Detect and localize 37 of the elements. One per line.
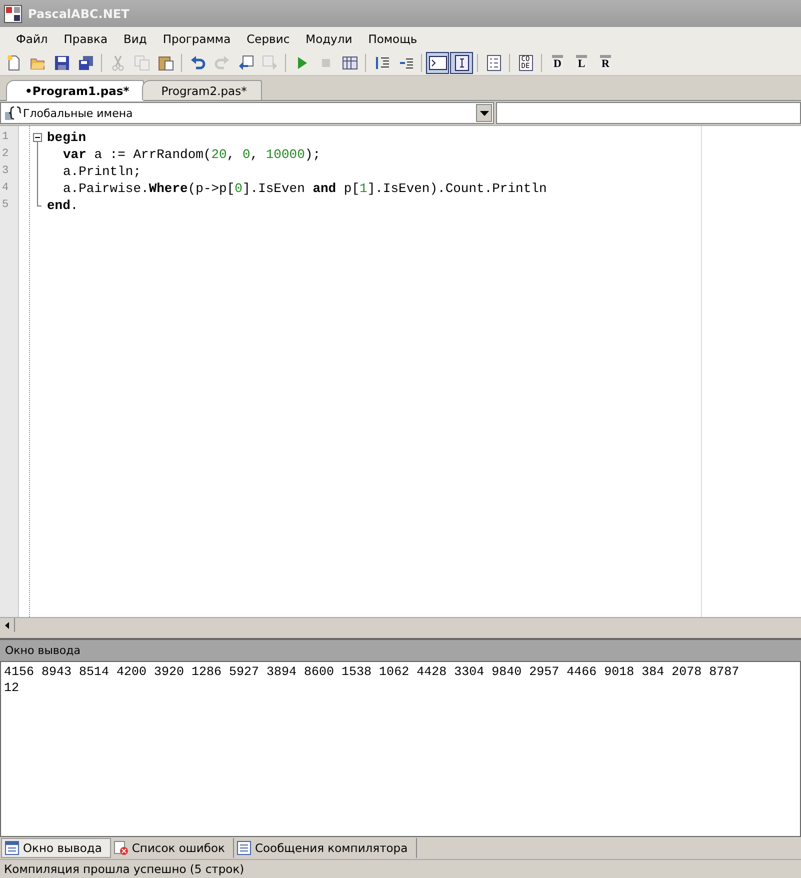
horizontal-scrollbar[interactable] xyxy=(0,617,801,632)
window-title: PascalABC.NET xyxy=(28,6,130,20)
code-line: end. xyxy=(47,198,78,213)
code-line: a.Pairwise.Where(p->p[0].IsEven and p[1].IsEven).Count.Println xyxy=(63,181,547,196)
menu-item[interactable]: Модули xyxy=(298,32,360,46)
menu-item[interactable]: Файл xyxy=(8,32,56,46)
menu-item[interactable]: Помощь xyxy=(360,32,426,46)
code-line: begin xyxy=(47,130,86,145)
member-combobox[interactable] xyxy=(496,102,801,124)
line-number: 5 xyxy=(1,198,10,213)
braces-icon xyxy=(5,106,21,120)
app-logo-icon xyxy=(4,4,22,22)
panel-tab[interactable]: Список ошибок xyxy=(110,838,234,858)
console-icon[interactable] xyxy=(426,52,449,74)
file-tab[interactable]: •Program1.pas* xyxy=(6,80,144,101)
code-line: var a := ArrRandom(20, 0, 10000); xyxy=(63,147,320,162)
error-list-icon xyxy=(114,841,128,855)
status-text: Компиляция прошла успешно (5 строк) xyxy=(4,862,244,876)
split-icon[interactable] xyxy=(450,52,473,74)
line-number: 3 xyxy=(1,164,10,179)
panel-tab[interactable]: Сообщения компилятора xyxy=(234,838,417,858)
panel-title: Окно вывода xyxy=(5,644,80,657)
file-tab[interactable]: Program2.pas* xyxy=(142,80,262,100)
menu-item[interactable]: Программа xyxy=(154,32,239,46)
menu-item[interactable]: Правка xyxy=(56,32,116,46)
menu-item[interactable]: Вид xyxy=(116,32,155,46)
window-icon xyxy=(5,841,19,855)
menu-item[interactable]: Сервис xyxy=(238,32,298,46)
scope-combobox[interactable]: Глобальные имена xyxy=(0,102,494,124)
panel-tab[interactable]: Окно вывода xyxy=(1,838,111,858)
document-icon xyxy=(236,841,251,855)
code-line: a.Println; xyxy=(63,164,142,179)
line-number: 1 xyxy=(1,130,10,145)
output-line: 4156 8943 8514 4200 3920 1286 5927 3894 8600 1538 1062 4428 3304 9840 2957 4466 9018 384 2078 8787 xyxy=(4,664,740,680)
output-line: 12 xyxy=(4,680,20,696)
line-number: 4 xyxy=(1,181,10,196)
line-number: 2 xyxy=(1,147,10,162)
